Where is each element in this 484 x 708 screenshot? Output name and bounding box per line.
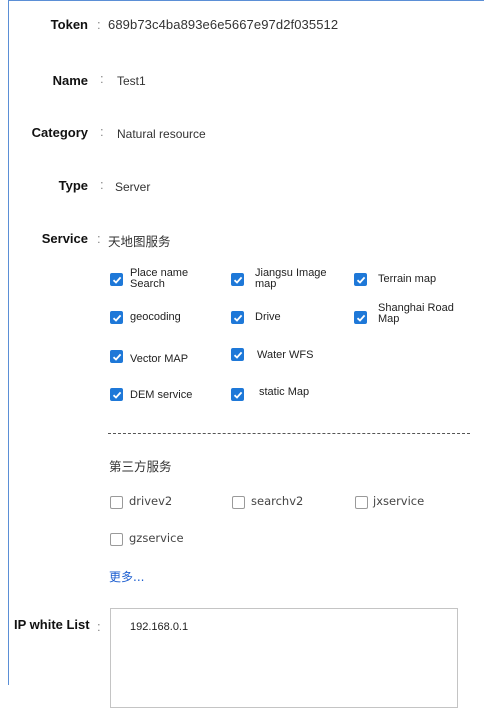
checkmark-icon xyxy=(233,391,243,399)
checkbox-terrain-map[interactable] xyxy=(354,273,367,286)
option-label: Drive xyxy=(255,311,281,323)
checkbox-vector-map[interactable] xyxy=(110,350,123,363)
option-label: Shanghai Road Map xyxy=(378,302,454,325)
checkbox-shanghai-road-map[interactable] xyxy=(354,311,367,324)
checkbox-dem-service[interactable] xyxy=(110,388,123,401)
option-label: jxservice xyxy=(373,494,425,508)
checkmark-icon xyxy=(233,351,243,359)
ip-white-list-value: 192.168.0.1 xyxy=(130,621,189,633)
checkbox-drive[interactable] xyxy=(231,311,244,324)
category-colon: : xyxy=(100,124,104,139)
checkmark-icon xyxy=(233,314,243,322)
checkmark-icon xyxy=(233,276,243,284)
option-label: Jiangsu Image map xyxy=(255,267,327,290)
type-label: Type xyxy=(58,178,88,193)
checkbox-place-name-search[interactable] xyxy=(110,273,123,286)
service-label: Service xyxy=(41,231,88,246)
ip-white-list-colon: : xyxy=(97,619,101,634)
checkmark-icon xyxy=(356,276,366,284)
window-left-border xyxy=(8,0,9,685)
window-top-border xyxy=(8,0,484,1)
checkbox-geocoding[interactable] xyxy=(110,311,123,324)
service-colon: : xyxy=(97,231,101,246)
name-label: Name xyxy=(52,73,88,88)
option-label: Place name Search xyxy=(130,267,189,290)
type-value: Server xyxy=(115,180,151,194)
name-colon: : xyxy=(100,71,104,86)
option-label: gzservice xyxy=(129,531,184,545)
type-colon: : xyxy=(100,177,104,192)
option-label: geocoding xyxy=(130,311,181,323)
third-party-title: 第三方服务 xyxy=(109,459,172,474)
option-label: Vector MAP xyxy=(130,353,189,365)
more-link[interactable]: 更多... xyxy=(109,568,144,585)
checkmark-icon xyxy=(112,314,122,322)
checkbox-searchv2[interactable] xyxy=(232,496,245,509)
section-divider xyxy=(108,433,470,434)
option-label: static Map xyxy=(259,386,310,398)
checkmark-icon xyxy=(112,391,122,399)
token-label: Token xyxy=(50,17,88,32)
checkmark-icon xyxy=(112,276,122,284)
checkbox-drivev2[interactable] xyxy=(110,496,123,509)
option-label: Terrain map xyxy=(378,273,437,285)
checkbox-jiangsu-image-map[interactable] xyxy=(231,273,244,286)
checkbox-jxservice[interactable] xyxy=(355,496,368,509)
option-label: drivev2 xyxy=(129,494,173,508)
ip-white-list-label: IP white List xyxy=(14,617,90,632)
category-value: Natural resource xyxy=(117,127,206,141)
checkmark-icon xyxy=(112,353,122,361)
option-label: searchv2 xyxy=(251,494,304,508)
service-value: 天地图服务 xyxy=(108,234,171,249)
category-label: Category xyxy=(31,125,88,140)
option-label: Water WFS xyxy=(257,349,314,361)
name-value: Test1 xyxy=(117,74,146,88)
checkmark-icon xyxy=(356,314,366,322)
option-label: DEM service xyxy=(130,389,193,401)
checkbox-static-map[interactable] xyxy=(231,388,244,401)
checkbox-gzservice[interactable] xyxy=(110,533,123,546)
checkbox-water-wfs[interactable] xyxy=(231,348,244,361)
token-value: 689b73c4ba893e6e5667e97d2f035512 xyxy=(108,17,339,32)
token-colon: : xyxy=(97,17,101,32)
